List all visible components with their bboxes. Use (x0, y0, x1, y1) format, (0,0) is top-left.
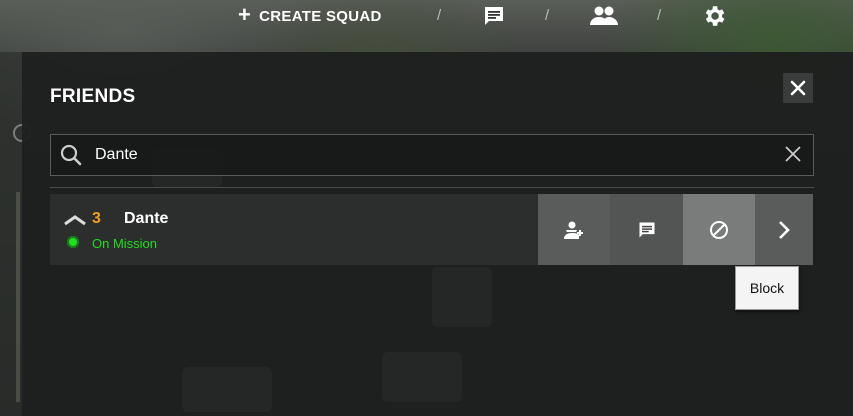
background-blur (432, 267, 492, 327)
settings-icon[interactable] (699, 2, 729, 30)
friends-panel: FRIENDS 3 Dante On Mission (22, 52, 853, 416)
message-button[interactable] (610, 194, 683, 265)
friend-actions (538, 194, 813, 265)
block-tooltip: Block (735, 266, 799, 310)
search-input[interactable] (93, 141, 777, 169)
friends-icon[interactable] (589, 2, 619, 30)
message-icon (639, 222, 654, 237)
clear-search-icon[interactable] (784, 145, 802, 168)
create-squad-button[interactable]: + CREATE SQUAD (238, 2, 382, 27)
background-bar (16, 192, 20, 402)
panel-title: FRIENDS (50, 86, 136, 107)
divider (50, 187, 814, 188)
background-blur (382, 352, 462, 402)
add-person-icon (564, 221, 583, 239)
close-icon (790, 80, 806, 96)
search-icon (59, 143, 83, 172)
chat-icon[interactable] (479, 2, 509, 30)
top-bar: + CREATE SQUAD / / / (0, 0, 853, 34)
invite-to-squad-button[interactable] (538, 194, 610, 265)
block-button[interactable] (683, 194, 755, 265)
create-squad-label: CREATE SQUAD (259, 7, 382, 25)
separator: / (437, 7, 442, 24)
status-dot-icon (67, 236, 79, 248)
plus-icon: + (238, 2, 252, 27)
friend-row[interactable]: 3 Dante On Mission (50, 194, 813, 265)
chevron-right-icon (779, 220, 790, 239)
separator: / (657, 7, 662, 24)
block-icon (710, 220, 728, 239)
friend-status: On Mission (92, 236, 158, 251)
background-blur (182, 367, 272, 412)
search-box (50, 134, 814, 176)
friend-level: 3 (92, 210, 101, 227)
rank-chevron-icon (64, 213, 86, 231)
close-button[interactable] (783, 73, 813, 103)
more-button[interactable] (755, 194, 813, 265)
background-sidebar (0, 52, 31, 416)
separator: / (545, 7, 550, 24)
friend-name: Dante (124, 210, 169, 227)
